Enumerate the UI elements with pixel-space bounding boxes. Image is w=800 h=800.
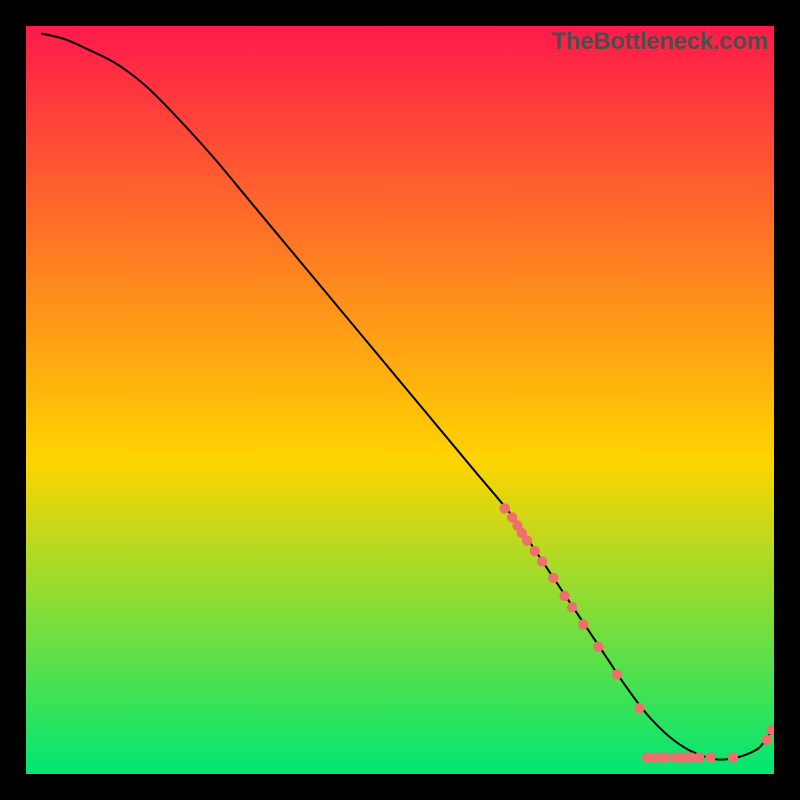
data-point — [559, 591, 569, 601]
watermark-text: TheBottleneck.com — [552, 28, 768, 56]
gradient-background — [26, 26, 774, 774]
data-point — [660, 752, 670, 762]
data-point — [537, 556, 547, 566]
data-point — [728, 752, 738, 762]
data-point — [694, 752, 704, 762]
data-point — [634, 703, 644, 713]
data-point — [705, 752, 715, 762]
data-point — [522, 535, 532, 545]
data-point — [593, 642, 603, 652]
chart-frame: TheBottleneck.com — [26, 26, 774, 774]
data-point — [500, 503, 510, 513]
data-point — [567, 602, 577, 612]
data-point — [612, 669, 622, 679]
data-point — [578, 619, 588, 629]
data-point — [529, 546, 539, 556]
data-point — [761, 734, 771, 744]
chart-plot — [26, 26, 774, 774]
data-point — [548, 573, 558, 583]
